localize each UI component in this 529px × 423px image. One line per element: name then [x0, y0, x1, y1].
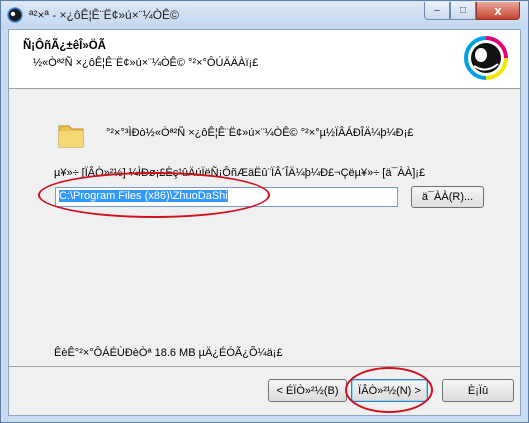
cancel-button-label: È¡Ïû	[467, 384, 489, 397]
close-button[interactable]: x	[476, 2, 520, 20]
browse-button-label: ä¯ÀÀ(R)...	[421, 191, 474, 203]
page-subtitle: ½«Òª²Ñ ×¿ôÊ¦Ê¨Ë¢»ú×¨¼ÒÊ© °²×°ÔÚÄÄÀï¡£	[33, 57, 259, 69]
back-button-label: < ÉÏÒ»²½(B)	[276, 384, 339, 397]
cancel-button[interactable]: È¡Ïû	[442, 379, 514, 402]
install-path-value: C:\Program Files (x86)\ZhuoDaShi	[59, 190, 228, 202]
back-button[interactable]: < ÉÏÒ»²½(B)	[268, 379, 347, 402]
next-button-label: ÏÂÒ»²½(N) >	[358, 384, 421, 397]
minimize-button[interactable]: –	[424, 2, 450, 20]
window-title: ª²×ª - ×¿ôÊ¦Ê¨Ë¢»ú×¨¼ÒÊ©	[29, 8, 179, 22]
footer-divider	[9, 366, 520, 367]
browse-button[interactable]: ä¯ÀÀ(R)...	[411, 186, 484, 208]
wizard-body: Ñ¡ÔñÃ¿±êÎ»ÖÃ ½«Òª²Ñ ×¿ôÊ¦Ê¨Ë¢»ú×¨¼ÒÊ© °²…	[8, 29, 521, 416]
next-button[interactable]: ÏÂÒ»²½(N) >	[351, 379, 428, 402]
close-icon: x	[494, 3, 502, 18]
brand-logo-icon	[464, 36, 508, 80]
page-title: Ñ¡ÔñÃ¿±êÎ»ÖÃ	[23, 40, 106, 52]
maximize-icon: □	[459, 5, 467, 16]
folder-icon	[58, 125, 84, 148]
maximize-button[interactable]: □	[450, 2, 476, 20]
install-path-input[interactable]: C:\Program Files (x86)\ZhuoDaShi	[55, 187, 398, 207]
installer-window: ª²×ª - ×¿ôÊ¦Ê¨Ë¢»ú×¨¼ÒÊ© – □ x Ñ¡ÔñÃ¿±êÎ…	[0, 0, 529, 423]
title-bar[interactable]: ª²×ª - ×¿ôÊ¦Ê¨Ë¢»ú×¨¼ÒÊ© – □ x	[1, 1, 528, 29]
instruction-text: µ¥»÷ [ÏÂÒ»²½] ¼ÌÐø¡£Èç¹ûÄúÏëÑ¡ÔñÆäËû¨ÏÂ´…	[54, 167, 426, 179]
space-required-text: ÊèÊ°²×°ÔÁÉÙÐèÒª 18.6 MB µÄ¿ÉÓÃ¿Õ¼ä¡£	[54, 347, 283, 359]
minimize-icon: –	[434, 5, 440, 16]
app-icon	[7, 7, 23, 23]
caption-buttons: – □ x	[424, 2, 520, 20]
wizard-header: Ñ¡ÔñÃ¿±êÎ»ÖÃ ½«Òª²Ñ ×¿ôÊ¦Ê¨Ë¢»ú×¨¼ÒÊ© °²…	[9, 30, 520, 89]
intro-text: °²×°³ÌÐò½«Òª²Ñ ×¿ôÊ¦Ê¨Ë¢»ú×¨¼ÒÊ© °²×°µ½Ï…	[106, 127, 414, 139]
